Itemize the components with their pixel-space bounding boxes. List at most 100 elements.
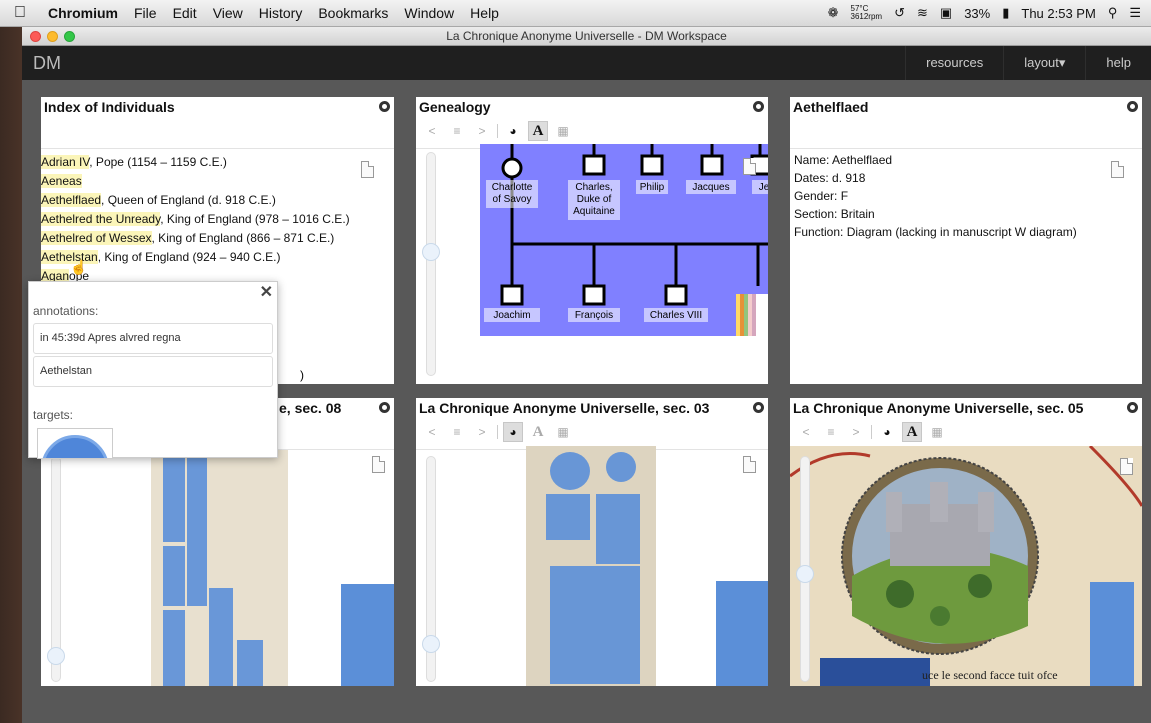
zoom-slider-handle[interactable] xyxy=(422,635,440,653)
text-toggle-button[interactable]: A xyxy=(902,422,922,442)
close-window-button[interactable] xyxy=(30,31,41,42)
genealogy-canvas[interactable]: Charlotte of Savoy Charles, Duke of Aqui… xyxy=(480,144,768,336)
image-icon[interactable]: ▦ xyxy=(553,422,573,442)
list-item[interactable]: Aeneas xyxy=(41,172,350,191)
manuscript-image[interactable] xyxy=(151,450,288,686)
fan-icon[interactable]: ❁ xyxy=(828,5,839,21)
image-icon[interactable]: ▦ xyxy=(553,121,573,141)
zoom-window-button[interactable] xyxy=(64,31,75,42)
annotation-region[interactable] xyxy=(187,456,207,606)
close-panel-icon[interactable] xyxy=(379,402,390,413)
list-item[interactable]: Aethelred the Unready, King of England (… xyxy=(41,210,350,229)
close-panel-icon[interactable] xyxy=(1127,101,1138,112)
target-thumbnail[interactable] xyxy=(37,428,113,459)
text-toggle-button[interactable]: A xyxy=(528,422,548,442)
panel-details: Aethelflaed Name: Aethelflaed Dates: d. … xyxy=(790,97,1142,384)
menu-history[interactable]: History xyxy=(251,5,311,21)
individual-name[interactable]: Adrian IV xyxy=(41,155,90,169)
zoom-slider[interactable] xyxy=(796,456,814,682)
spotlight-icon[interactable]: ⚲ xyxy=(1108,5,1118,21)
annotation-field[interactable]: in 45:39d Apres alvred regna xyxy=(33,323,273,354)
individual-name[interactable]: Aethelred the Unready xyxy=(41,212,161,226)
annotation-region[interactable] xyxy=(1090,582,1134,686)
annotation-visibility-icon[interactable]: ◕ xyxy=(877,422,897,442)
annotation-region[interactable] xyxy=(163,456,185,542)
annotation-region[interactable] xyxy=(163,546,185,606)
notification-center-icon[interactable]: ☰ xyxy=(1129,5,1141,21)
manuscript-image[interactable] xyxy=(526,446,656,686)
menu-view[interactable]: View xyxy=(205,5,251,21)
annotation-region[interactable] xyxy=(596,494,640,564)
document-icon[interactable] xyxy=(743,456,756,473)
next-button[interactable]: > xyxy=(846,422,866,442)
close-panel-icon[interactable] xyxy=(1127,402,1138,413)
annotation-visibility-icon[interactable]: ◕ xyxy=(503,422,523,442)
annotation-region[interactable] xyxy=(606,452,636,482)
close-panel-icon[interactable] xyxy=(379,101,390,112)
annotation-region[interactable] xyxy=(546,494,590,540)
menu-chromium[interactable]: Chromium xyxy=(40,5,126,21)
annotation-field[interactable]: Aethelstan xyxy=(33,356,273,387)
previous-button[interactable]: < xyxy=(796,422,816,442)
document-icon[interactable] xyxy=(1120,458,1133,475)
annotation-region[interactable] xyxy=(209,588,233,686)
document-icon[interactable] xyxy=(372,456,385,473)
individual-name[interactable]: Aethelred of Wessex xyxy=(41,231,152,245)
manuscript-thumbnail[interactable] xyxy=(716,581,768,686)
list-item[interactable]: Aethelred of Wessex, King of England (86… xyxy=(41,229,350,248)
zoom-slider[interactable] xyxy=(47,456,65,682)
manuscript-thumbnail[interactable] xyxy=(341,584,394,686)
manuscript-caption: uce le second facce tuit ofce xyxy=(922,668,1058,682)
minimize-window-button[interactable] xyxy=(47,31,58,42)
menu-edit[interactable]: Edit xyxy=(165,5,205,21)
list-item[interactable]: Adrian IV, Pope (1154 – 1159 C.E.) xyxy=(41,153,350,172)
wifi-icon[interactable]: ≋ xyxy=(917,5,928,21)
menu-help[interactable]: Help xyxy=(462,5,507,21)
zoom-slider-handle[interactable] xyxy=(47,647,65,665)
zoom-slider-handle[interactable] xyxy=(422,243,440,261)
menu-file[interactable]: File xyxy=(126,5,165,21)
time-machine-icon[interactable]: ↺ xyxy=(894,5,905,21)
zoom-slider-handle[interactable] xyxy=(796,565,814,583)
nav-resources[interactable]: resources xyxy=(905,46,1003,80)
annotation-region[interactable] xyxy=(163,610,185,686)
individual-name[interactable]: Aeneas xyxy=(41,174,82,188)
list-icon[interactable]: ≡ xyxy=(821,422,841,442)
zoom-slider[interactable] xyxy=(422,152,440,376)
annotation-visibility-icon[interactable]: ◕ xyxy=(503,121,523,141)
genealogy-diagram: Charlotte of Savoy Charles, Duke of Aqui… xyxy=(484,144,768,336)
menu-window[interactable]: Window xyxy=(396,5,462,21)
close-popup-icon[interactable]: ✕ xyxy=(260,282,273,302)
list-item[interactable]: Aethelflaed, Queen of England (d. 918 C.… xyxy=(41,191,350,210)
next-button[interactable]: > xyxy=(472,422,492,442)
document-icon[interactable] xyxy=(743,158,756,175)
close-panel-icon[interactable] xyxy=(753,402,764,413)
apple-menu-icon[interactable]:  xyxy=(0,4,40,22)
nav-help[interactable]: help xyxy=(1085,46,1151,80)
individual-info: , King of England (978 – 1016 C.E.) xyxy=(160,212,350,226)
text-toggle-button[interactable]: A xyxy=(528,121,548,141)
annotation-region[interactable] xyxy=(550,566,640,684)
close-panel-icon[interactable] xyxy=(753,101,764,112)
battery-icon[interactable]: ▮ xyxy=(1002,5,1009,21)
image-icon[interactable]: ▦ xyxy=(927,422,947,442)
brand-logo[interactable]: DM xyxy=(22,53,61,74)
list-icon[interactable]: ≡ xyxy=(447,422,467,442)
female-node xyxy=(501,157,523,179)
zoom-slider[interactable] xyxy=(422,456,440,682)
annotation-region[interactable] xyxy=(237,640,263,686)
individual-name[interactable]: Aethelflaed xyxy=(41,193,102,207)
previous-button[interactable]: < xyxy=(422,422,442,442)
battery-percent[interactable]: 33% xyxy=(964,6,990,21)
list-icon[interactable]: ≡ xyxy=(447,121,467,141)
menu-bookmarks[interactable]: Bookmarks xyxy=(310,5,396,21)
previous-button[interactable]: < xyxy=(422,121,442,141)
manuscript-illumination[interactable]: uce le second facce tuit ofce xyxy=(790,444,1142,686)
document-icon[interactable] xyxy=(1111,161,1124,178)
clock[interactable]: Thu 2:53 PM xyxy=(1021,6,1095,21)
document-icon[interactable] xyxy=(361,161,374,178)
nav-layout-dropdown[interactable]: layout▾ xyxy=(1003,46,1085,80)
display-icon[interactable]: ▣ xyxy=(940,5,952,21)
annotation-region[interactable] xyxy=(550,452,590,490)
next-button[interactable]: > xyxy=(472,121,492,141)
